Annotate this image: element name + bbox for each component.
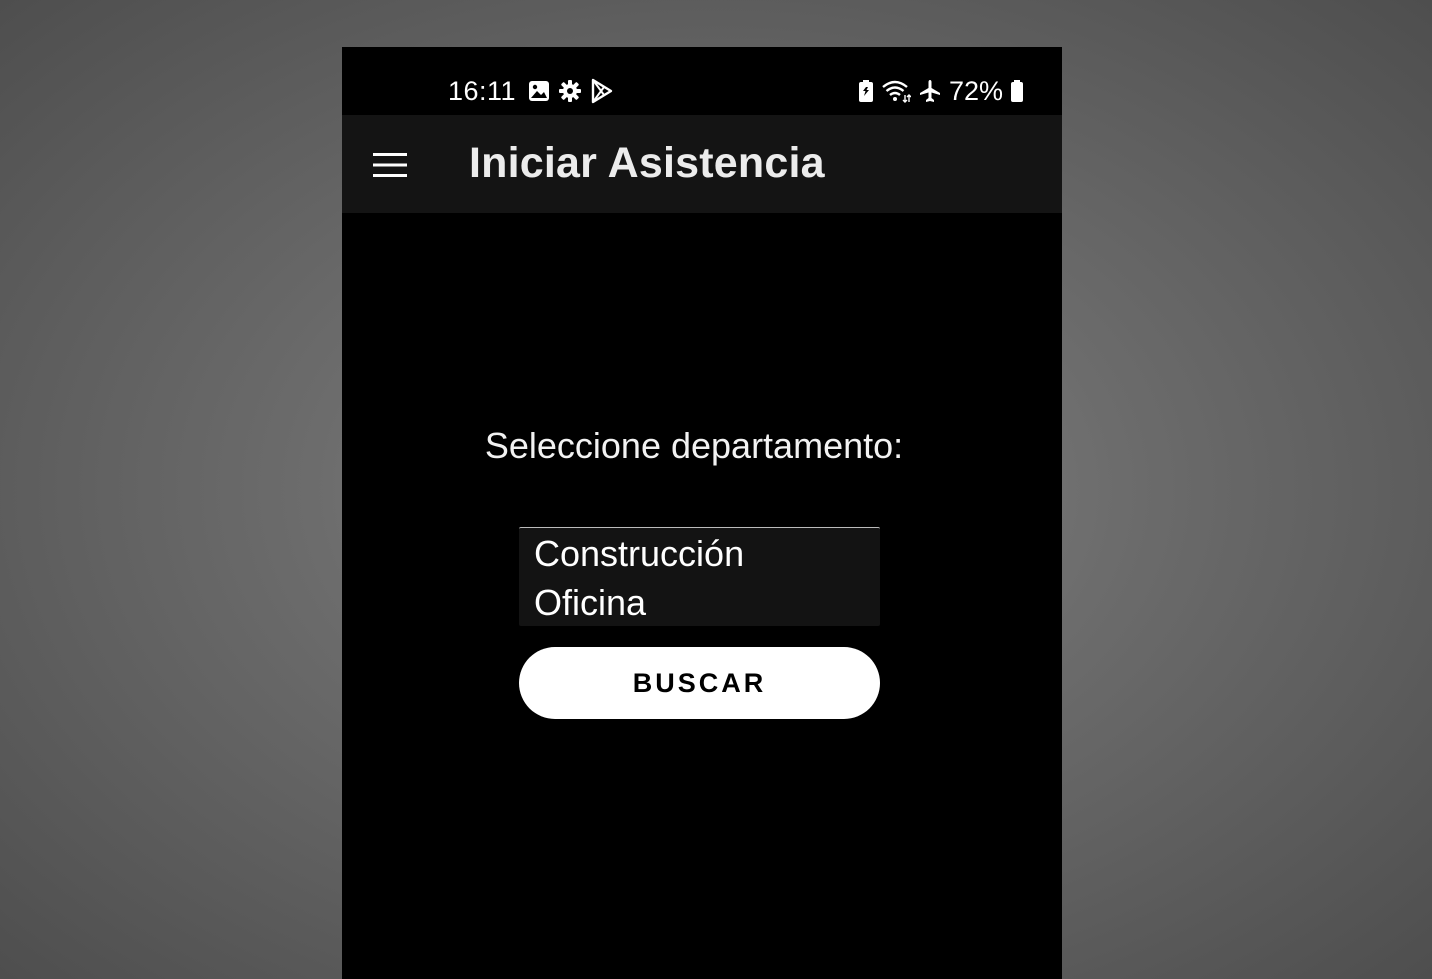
app-bar: Iniciar Asistencia bbox=[342, 115, 1062, 213]
page-title: Iniciar Asistencia bbox=[469, 139, 825, 187]
hamburger-menu-icon[interactable] bbox=[370, 145, 410, 185]
status-bar-right: 72% bbox=[858, 74, 1024, 108]
status-bar: 16:11 72% bbox=[342, 47, 1062, 115]
department-listbox[interactable]: Construcción Oficina bbox=[519, 527, 880, 626]
gear-icon bbox=[558, 79, 582, 103]
status-bar-left: 16:11 bbox=[448, 74, 614, 108]
battery-percent: 72% bbox=[948, 75, 1003, 106]
play-store-icon bbox=[590, 78, 614, 104]
status-time: 16:11 bbox=[448, 75, 517, 106]
main-content: Seleccione departamento: Construcción Of… bbox=[342, 213, 1062, 979]
airplane-icon bbox=[918, 79, 942, 103]
wifi-icon bbox=[881, 79, 911, 103]
battery-icon bbox=[1010, 79, 1024, 103]
phone-screen: 16:11 72% Iniciar Asistencia Seleccione … bbox=[342, 47, 1062, 979]
battery-saver-icon bbox=[858, 79, 874, 103]
search-button[interactable]: BUSCAR bbox=[519, 647, 880, 719]
department-option-construccion[interactable]: Construcción bbox=[519, 528, 880, 577]
department-option-oficina[interactable]: Oficina bbox=[519, 577, 880, 626]
department-prompt-label: Seleccione departamento: bbox=[484, 425, 904, 466]
image-icon bbox=[528, 80, 550, 102]
